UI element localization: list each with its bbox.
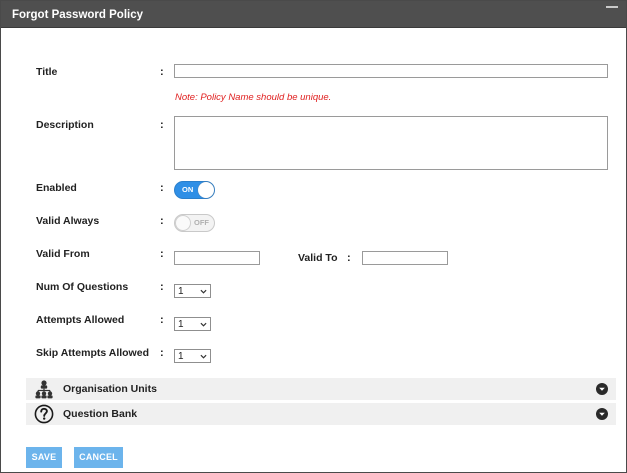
description-label: Description	[36, 119, 94, 131]
minimize-icon[interactable]	[606, 6, 618, 8]
description-textarea[interactable]	[174, 116, 608, 170]
attempts-allowed-colon: :	[160, 314, 164, 326]
title-input[interactable]	[174, 64, 608, 78]
description-colon: :	[160, 119, 164, 131]
title-label: Title	[36, 66, 58, 78]
unique-name-note: Note: Policy Name should be unique.	[175, 92, 332, 103]
org-hierarchy-icon	[35, 380, 53, 399]
enabled-toggle[interactable]: ON	[174, 181, 215, 199]
valid-always-label: Valid Always	[36, 215, 100, 227]
dialog-titlebar: Forgot Password Policy	[1, 1, 626, 28]
chevron-down-icon	[200, 322, 207, 327]
chevron-down-circle-icon[interactable]	[596, 408, 608, 420]
skip-attempts-label: Skip Attempts Allowed	[36, 347, 149, 359]
valid-always-colon: :	[160, 215, 164, 227]
valid-to-colon: :	[347, 252, 351, 264]
question-circle-icon	[34, 404, 54, 424]
valid-from-input[interactable]	[174, 251, 260, 265]
forgot-password-policy-dialog: Forgot Password Policy Title : Note: Pol…	[0, 0, 627, 473]
chevron-down-icon	[200, 354, 207, 359]
attempts-allowed-value: 1	[178, 319, 184, 330]
chevron-down-icon	[200, 289, 207, 294]
skip-attempts-select[interactable]: 1	[174, 349, 211, 363]
skip-attempts-value: 1	[178, 351, 184, 362]
save-button[interactable]: SAVE	[26, 447, 62, 468]
dialog-title: Forgot Password Policy	[12, 9, 143, 21]
enabled-label: Enabled	[36, 182, 77, 194]
attempts-allowed-select[interactable]: 1	[174, 317, 211, 331]
enabled-toggle-text: ON	[182, 185, 194, 194]
valid-always-toggle-knob	[175, 215, 191, 231]
skip-attempts-colon: :	[160, 347, 164, 359]
valid-always-toggle-text: OFF	[194, 218, 209, 227]
section-question-bank[interactable]: Question Bank	[26, 403, 616, 425]
valid-to-input[interactable]	[362, 251, 448, 265]
num-questions-value: 1	[178, 286, 184, 297]
enabled-toggle-knob	[198, 182, 214, 198]
chevron-down-circle-icon[interactable]	[596, 383, 608, 395]
num-questions-select[interactable]: 1	[174, 284, 211, 298]
section-label: Organisation Units	[63, 383, 157, 395]
attempts-allowed-label: Attempts Allowed	[36, 314, 125, 326]
cancel-button[interactable]: CANCEL	[74, 447, 123, 468]
valid-from-colon: :	[160, 248, 164, 260]
section-organisation-units[interactable]: Organisation Units	[26, 378, 616, 400]
valid-to-label: Valid To	[298, 252, 338, 264]
num-questions-colon: :	[160, 281, 164, 293]
title-colon: :	[160, 66, 164, 78]
enabled-colon: :	[160, 182, 164, 194]
num-questions-label: Num Of Questions	[36, 281, 129, 293]
section-label: Question Bank	[63, 408, 138, 420]
valid-always-toggle[interactable]: OFF	[174, 214, 215, 232]
valid-from-label: Valid From	[36, 248, 90, 260]
